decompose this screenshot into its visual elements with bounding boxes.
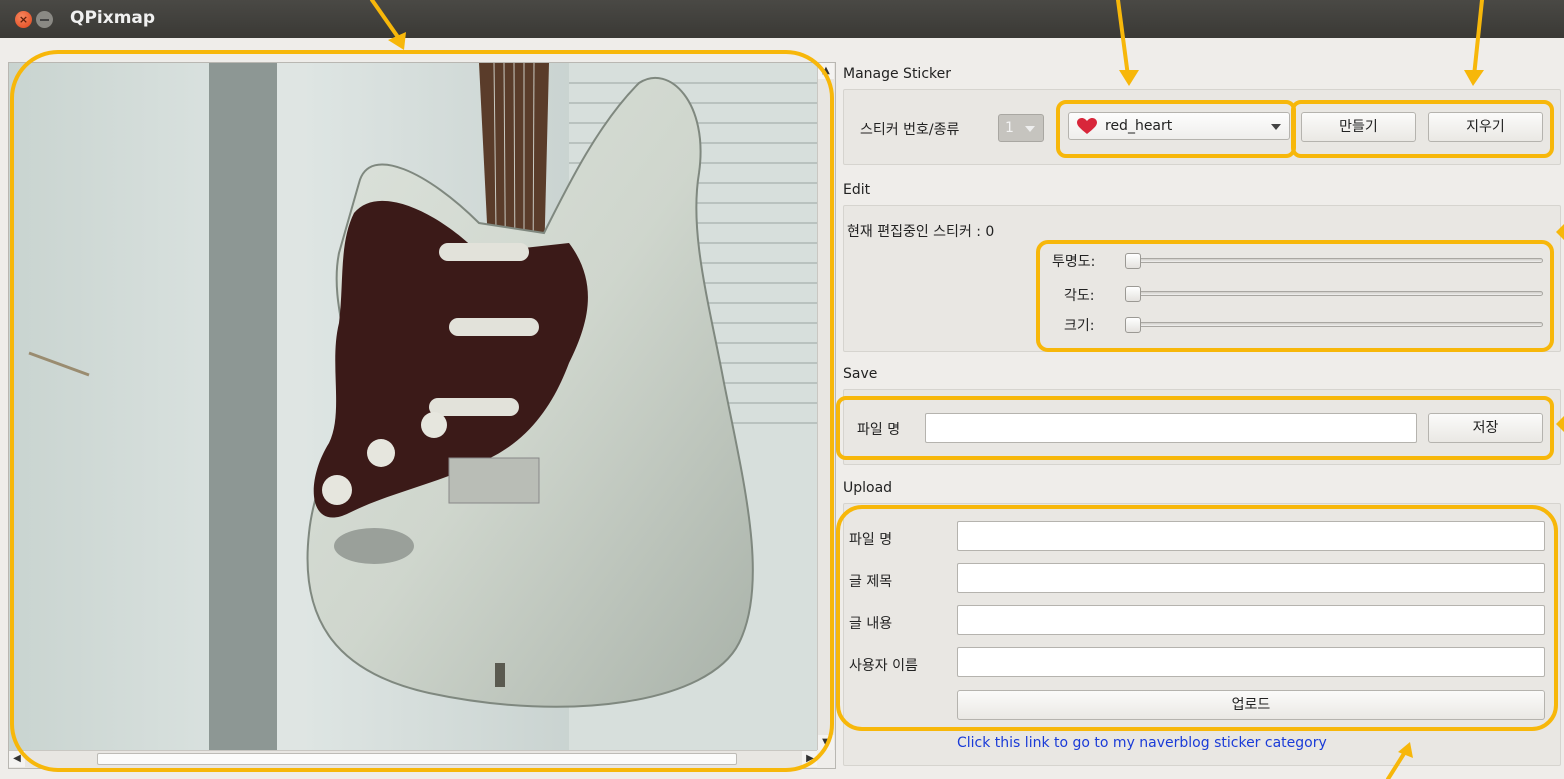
annotation-arrows (370, 0, 1564, 779)
